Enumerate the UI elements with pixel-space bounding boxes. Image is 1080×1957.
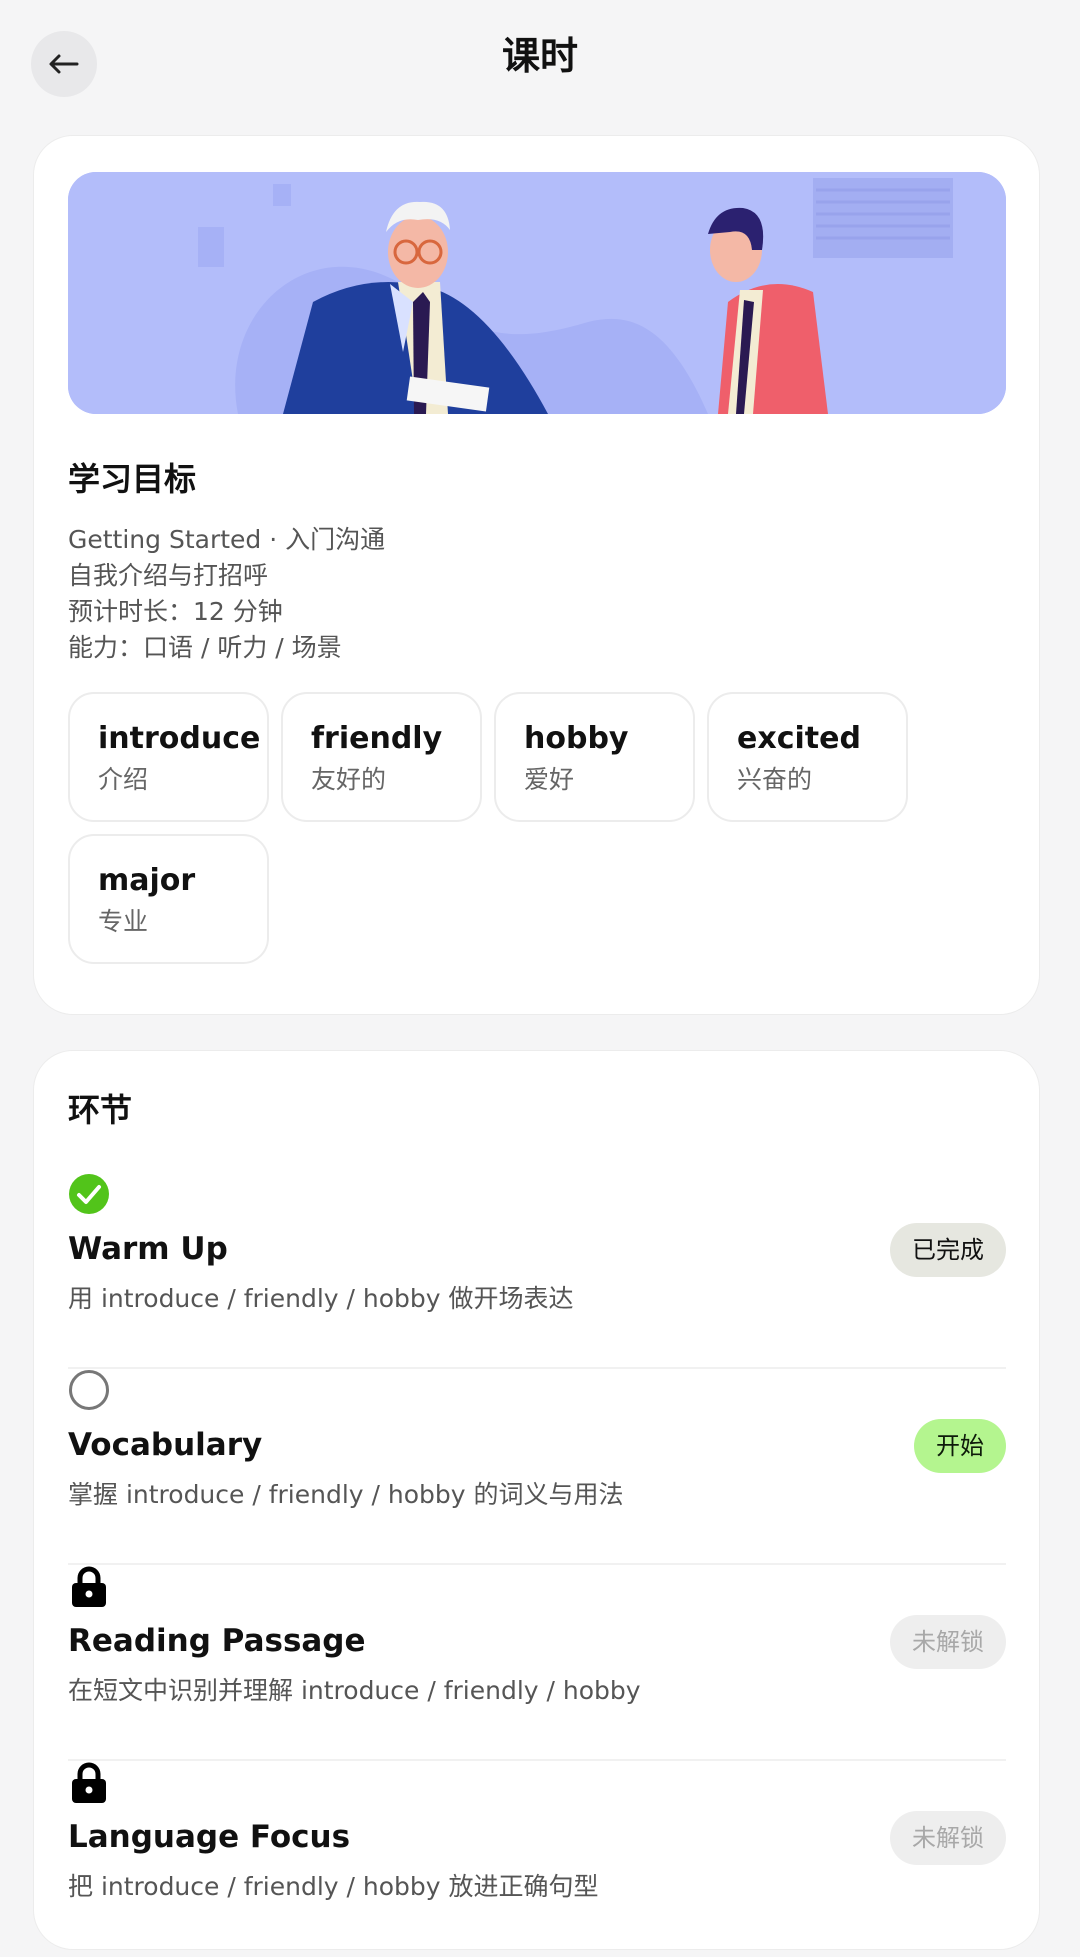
page-title: 课时 (501, 34, 578, 78)
lesson-steps-card: 环节 Warm Up 用 introduce / friendly / hobb… (33, 1050, 1040, 1950)
step-item: Reading Passage 在短文中识别并理解 introduce / fr… (68, 1565, 1006, 1761)
step-item: Language Focus 把 introduce / friendly / … (68, 1761, 1006, 1957)
steps-list: Warm Up 用 introduce / friendly / hobby 做… (68, 1173, 1006, 1957)
lesson-skills-line: 能力：口语 / 听力 / 场景 (68, 633, 342, 662)
step-name: Reading Passage (68, 1623, 366, 1659)
step-name: Vocabulary (68, 1427, 263, 1463)
learning-goal-card: 学习目标 Getting Started · 入门沟通 自我介绍与打招呼 预计时… (33, 135, 1040, 1015)
lock-icon (68, 1761, 110, 1803)
vocab-meaning: 兴奋的 (737, 765, 813, 794)
step-start-button[interactable]: 开始 (914, 1419, 1006, 1473)
step-locked-badge: 未解锁 (890, 1811, 1006, 1865)
lesson-topic-line: 自我介绍与打招呼 (68, 561, 269, 590)
vocab-word: major (98, 863, 196, 898)
step-description: 在短文中识别并理解 introduce / friendly / hobby (68, 1676, 641, 1705)
vocab-meaning: 友好的 (311, 765, 387, 794)
step-name: Language Focus (68, 1819, 351, 1855)
step-locked-badge: 未解锁 (890, 1615, 1006, 1669)
vocab-card[interactable]: major 专业 (68, 834, 269, 964)
step-description: 把 introduce / friendly / hobby 放进正确句型 (68, 1872, 599, 1901)
step-item: Vocabulary 掌握 introduce / friendly / hob… (68, 1369, 1006, 1565)
vocab-list: introduce 介绍 friendly 友好的 hobby 爱好 excit… (68, 692, 968, 964)
lesson-course-line: Getting Started · 入门沟通 (68, 525, 386, 554)
vocab-word: excited (737, 721, 861, 756)
check-circle-icon (68, 1173, 110, 1215)
step-description: 掌握 introduce / friendly / hobby 的词义与用法 (68, 1480, 624, 1509)
empty-circle-icon (68, 1369, 110, 1411)
app-header: 课时 (0, 0, 1080, 118)
step-item: Warm Up 用 introduce / friendly / hobby 做… (68, 1173, 1006, 1369)
lesson-duration-line: 预计时长：12 分钟 (68, 597, 283, 626)
steps-section-title: 环节 (68, 1091, 133, 1129)
goal-section-title: 学习目标 (68, 460, 197, 498)
lock-icon (68, 1565, 110, 1607)
lesson-info: Getting Started · 入门沟通 自我介绍与打招呼 预计时长：12 … (68, 522, 385, 666)
lesson-banner-illustration (68, 172, 1006, 414)
vocab-card[interactable]: excited 兴奋的 (707, 692, 908, 822)
step-description: 用 introduce / friendly / hobby 做开场表达 (68, 1284, 574, 1313)
vocab-word: friendly (311, 721, 443, 756)
vocab-card[interactable]: introduce 介绍 (68, 692, 269, 822)
vocab-meaning: 专业 (98, 907, 149, 936)
vocab-meaning: 爱好 (524, 765, 575, 794)
step-name: Warm Up (68, 1231, 228, 1267)
step-completed-badge[interactable]: 已完成 (890, 1223, 1006, 1277)
vocab-meaning: 介绍 (98, 765, 149, 794)
vocab-word: hobby (524, 721, 629, 756)
vocab-card[interactable]: friendly 友好的 (281, 692, 482, 822)
vocab-card[interactable]: hobby 爱好 (494, 692, 695, 822)
vocab-word: introduce (98, 721, 261, 756)
